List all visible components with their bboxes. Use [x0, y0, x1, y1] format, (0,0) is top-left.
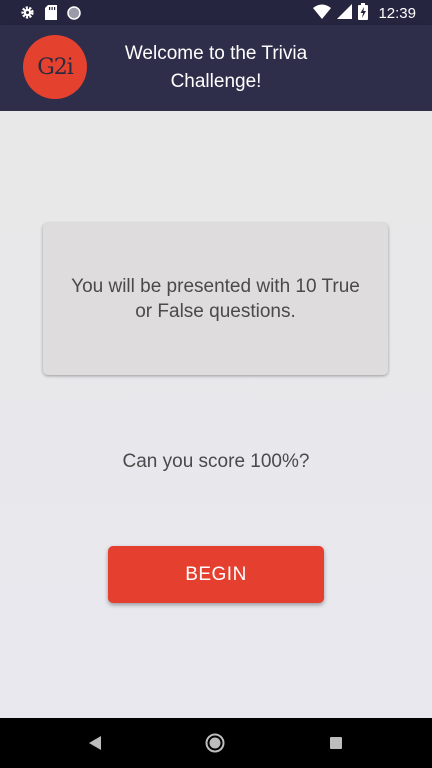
status-left-icons — [20, 5, 81, 25]
circle-icon — [67, 5, 81, 25]
home-icon[interactable] — [205, 733, 225, 758]
battery-icon — [358, 3, 369, 25]
sd-card-icon — [45, 5, 57, 25]
app-header: G2i Welcome to the Trivia Challenge! — [0, 25, 432, 111]
back-icon[interactable] — [88, 735, 102, 756]
g2i-logo: G2i — [23, 35, 87, 99]
header-title: Welcome to the Trivia Challenge! — [124, 43, 308, 92]
status-right-icons: 12:39 — [313, 3, 416, 25]
recent-apps-icon[interactable] — [330, 737, 342, 749]
navigation-bar — [0, 718, 432, 768]
main-content: You will be presented with 10 True or Fa… — [0, 111, 432, 718]
signal-icon — [337, 4, 353, 24]
begin-button[interactable]: BEGIN — [108, 546, 324, 603]
status-time: 12:39 — [378, 5, 416, 22]
score-question: Can you score 100%? — [122, 451, 310, 472]
intro-card: You will be presented with 10 True or Fa… — [43, 223, 388, 375]
intro-text: You will be presented with 10 True or Fa… — [71, 276, 360, 322]
wifi-icon — [313, 4, 332, 24]
gear-icon — [20, 5, 35, 25]
status-bar: 12:39 — [0, 0, 432, 25]
